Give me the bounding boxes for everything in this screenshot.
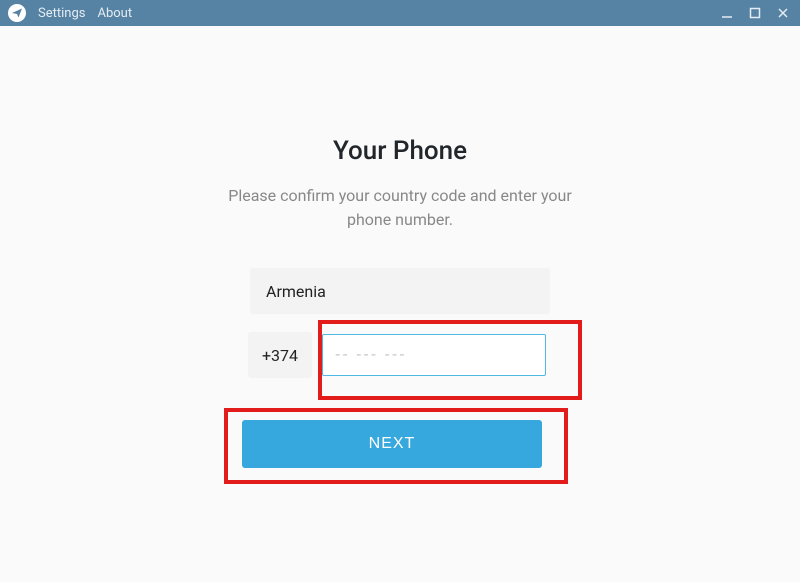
country-code-field[interactable]: +374 — [248, 332, 312, 378]
maximize-icon — [749, 7, 761, 19]
close-button[interactable] — [774, 4, 792, 22]
window-controls — [718, 4, 792, 22]
country-code-label: +374 — [262, 346, 298, 365]
minimize-button[interactable] — [718, 4, 736, 22]
minimize-icon — [721, 7, 733, 19]
phone-form: Armenia +374 — [250, 268, 550, 384]
main-content: Your Phone Please confirm your country c… — [0, 26, 800, 468]
next-button-label: NEXT — [369, 435, 416, 453]
phone-row-wrapper: +374 — [248, 326, 578, 384]
window-titlebar: Settings About — [0, 0, 800, 26]
phone-number-input[interactable] — [322, 334, 546, 376]
menu-settings[interactable]: Settings — [38, 6, 85, 21]
phone-row: +374 — [248, 332, 578, 378]
page-subtitle: Please confirm your country code and ent… — [220, 184, 580, 232]
menu-about[interactable]: About — [97, 6, 132, 21]
maximize-button[interactable] — [746, 4, 764, 22]
page-title: Your Phone — [333, 136, 467, 166]
close-icon — [777, 7, 789, 19]
titlebar-left: Settings About — [8, 4, 132, 22]
next-button[interactable]: NEXT — [242, 420, 542, 468]
app-icon — [8, 4, 26, 22]
country-select[interactable]: Armenia — [250, 268, 550, 314]
paper-plane-icon — [11, 7, 23, 19]
country-label: Armenia — [266, 282, 326, 301]
next-button-wrapper: NEXT — [230, 420, 570, 468]
